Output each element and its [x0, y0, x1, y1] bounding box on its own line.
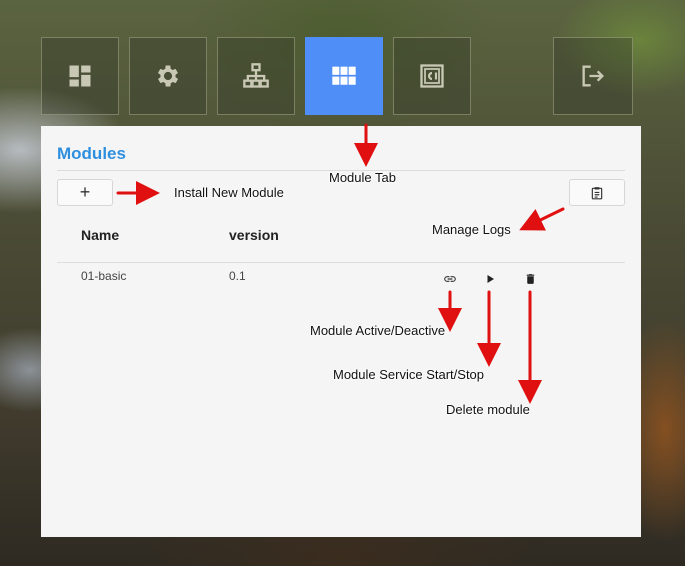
play-icon[interactable] — [483, 272, 497, 286]
gear-icon — [157, 65, 179, 87]
nav-network-tile[interactable] — [217, 37, 295, 115]
nav-settings-tile[interactable] — [129, 37, 207, 115]
annotation-logs: Manage Logs — [432, 222, 511, 237]
page-title: Modules — [57, 144, 126, 163]
nav-chip-tile[interactable] — [393, 37, 471, 115]
annotation-delete: Delete module — [446, 402, 530, 417]
annotation-install: Install New Module — [174, 185, 284, 200]
clipboard-icon — [591, 186, 603, 199]
trash-icon[interactable] — [523, 272, 537, 286]
module-version-cell: 0.1 — [229, 269, 246, 283]
module-name-cell: 01-basic — [81, 269, 127, 283]
nav-modules-tile[interactable] — [305, 37, 383, 115]
manage-logs-button[interactable] — [569, 179, 625, 206]
nav-logout-tile[interactable] — [553, 37, 633, 115]
annotation-active: Module Active/Deactive — [310, 323, 446, 338]
table-header-divider — [57, 262, 625, 263]
add-module-button[interactable]: + — [57, 179, 113, 206]
column-header-name: Name — [81, 227, 120, 243]
sitemap-icon — [243, 63, 269, 88]
annotation-service: Module Service Start/Stop — [333, 367, 485, 382]
nav-dashboard-tile[interactable] — [41, 37, 119, 115]
column-header-version: version — [229, 227, 279, 243]
logout-icon — [582, 65, 604, 87]
grid-icon — [332, 66, 356, 85]
link-icon[interactable] — [443, 272, 457, 286]
dashboard-icon — [69, 65, 91, 87]
annotation-module-tab: Module Tab — [329, 170, 396, 185]
chip-icon — [420, 64, 444, 88]
